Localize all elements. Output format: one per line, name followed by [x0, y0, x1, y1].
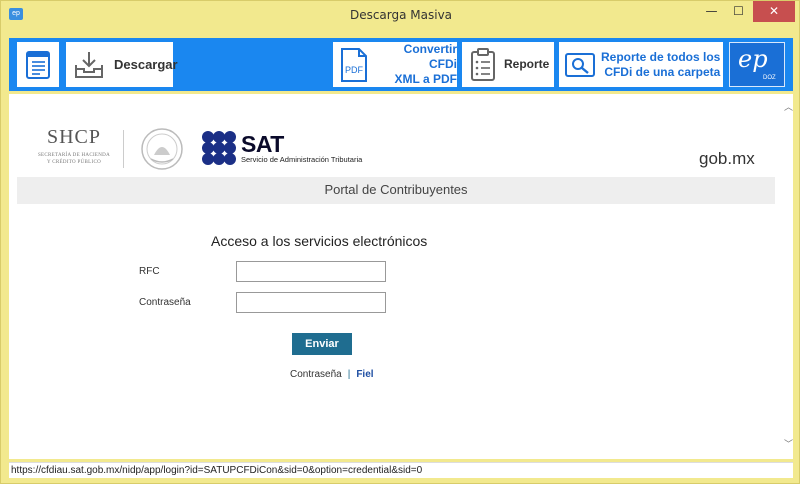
maximize-button[interactable]: ☐	[725, 1, 752, 22]
shcp-title: SHCP	[46, 126, 102, 148]
reporte-carpeta-line1: Reporte de todos los	[601, 49, 721, 64]
document-list-icon	[26, 50, 50, 79]
close-button[interactable]: ✕	[753, 1, 795, 22]
header-divider	[123, 130, 124, 168]
web-content: SHCP SECRETARÍA DE HACIENDA Y CRÉDITO PÚ…	[9, 94, 793, 459]
portal-banner: Portal de Contribuyentes	[17, 177, 775, 204]
mexico-seal-icon	[141, 128, 183, 170]
portal-title: Portal de Contribuyentes	[324, 182, 468, 197]
shcp-subtitle-2: Y CRÉDITO PÚBLICO	[47, 160, 101, 165]
status-url: https://cfdiau.sat.gob.mx/nidp/app/login…	[11, 465, 423, 476]
gobmx-logo: gob.mx	[699, 149, 755, 168]
app-window: ep Descarga Masiva — ☐ ✕ Descargar PDF C…	[0, 0, 800, 484]
pdf-file-icon: PDF	[341, 47, 367, 82]
descargar-button[interactable]: Descargar	[66, 42, 178, 87]
status-bar: https://cfdiau.sat.gob.mx/nidp/app/login…	[9, 462, 793, 478]
password-input[interactable]	[236, 292, 386, 313]
shcp-subtitle-1: SECRETARÍA DE HACIENDA	[37, 153, 111, 158]
app-logo: ep DOZ	[729, 42, 785, 87]
rfc-label: RFC	[139, 266, 160, 277]
clipboard-list-icon	[471, 47, 495, 81]
login-method-links: Contraseña | Fiel	[290, 369, 374, 380]
convertir-label: Convertir CFDi XML a PDF	[375, 42, 457, 87]
logo-text: ep	[738, 45, 768, 73]
reporte-carpeta-button[interactable]: Reporte de todos los CFDi de una carpeta	[559, 42, 723, 87]
access-heading: Acceso a los servicios electrónicos	[211, 233, 428, 249]
reporte-button[interactable]: Reporte	[462, 42, 554, 87]
minimize-button[interactable]: —	[698, 1, 725, 22]
sat-logo: SAT Servicio de Administración Tributari…	[201, 130, 401, 170]
reporte-carpeta-label: Reporte de todos los CFDi de una carpeta	[601, 50, 720, 80]
convertir-pdf-button[interactable]: PDF Convertir CFDi XML a PDF	[333, 42, 457, 87]
contrasena-link[interactable]: Contraseña	[290, 369, 342, 380]
logo-sub: DOZ	[763, 75, 776, 81]
sat-dots-icon	[202, 131, 236, 165]
title-bar: ep Descarga Masiva — ☐ ✕	[1, 1, 800, 31]
window-title: Descarga Masiva	[349, 8, 453, 22]
reporte-carpeta-line2: CFDi de una carpeta	[604, 64, 721, 79]
fiel-link[interactable]: Fiel	[356, 369, 373, 380]
rfc-input[interactable]	[236, 261, 386, 282]
scroll-up-icon[interactable]: ︿	[784, 100, 793, 113]
scroll-down-icon[interactable]: ﹀	[784, 437, 793, 450]
toolbar: Descargar PDF Convertir CFDi XML a PDF R…	[9, 38, 793, 91]
link-separator: |	[347, 369, 351, 380]
sat-subtitle: Servicio de Administración Tributaria	[241, 155, 363, 164]
search-folder-icon	[565, 52, 595, 77]
shcp-logo: SHCP SECRETARÍA DE HACIENDA Y CRÉDITO PÚ…	[30, 126, 118, 170]
reporte-label: Reporte	[504, 57, 550, 71]
password-label: Contraseña	[139, 297, 191, 308]
descargar-label: Descargar	[114, 57, 178, 72]
convertir-line1: Convertir CFDi	[403, 42, 457, 71]
convertir-line2: XML a PDF	[394, 72, 457, 86]
pdf-icon-label: PDF	[345, 65, 364, 75]
download-tray-icon	[75, 51, 103, 78]
document-list-button[interactable]	[17, 42, 59, 87]
vertical-scrollbar[interactable]: ︿ ﹀	[784, 94, 793, 459]
sat-wordmark: SAT	[241, 131, 284, 157]
enviar-button[interactable]: Enviar	[292, 333, 352, 355]
